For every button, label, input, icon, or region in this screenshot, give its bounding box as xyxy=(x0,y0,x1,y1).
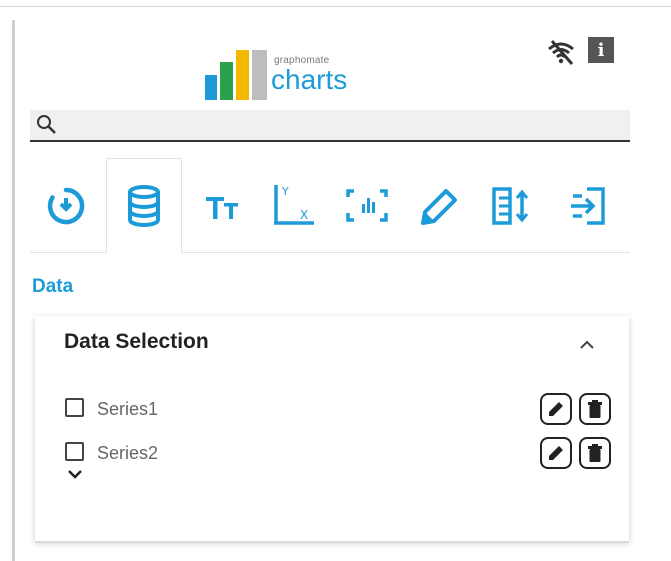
chevron-up-icon[interactable] xyxy=(576,334,598,356)
wifi-off-icon[interactable] xyxy=(546,37,576,67)
axes-icon: Y X xyxy=(274,184,314,225)
list-item: Series2 xyxy=(65,437,611,471)
series-checkbox[interactable] xyxy=(65,398,84,417)
top-divider xyxy=(0,6,671,7)
series-checkbox[interactable] xyxy=(65,442,84,461)
search-icon xyxy=(37,115,56,134)
properties-panel: graphomate charts i Y X Data Data Select… xyxy=(30,20,630,561)
data-selection-card: Data Selection Series1 Series2 xyxy=(35,316,629,541)
svg-text:X: X xyxy=(300,208,308,222)
section-title: Data xyxy=(32,276,74,297)
pencil-icon xyxy=(549,446,563,460)
series-label: Series1 xyxy=(97,399,159,419)
svg-text:Y: Y xyxy=(281,185,289,198)
info-icon: i xyxy=(597,39,605,61)
tab-import[interactable] xyxy=(548,158,628,253)
tab-sort[interactable] xyxy=(476,158,548,253)
sort-icon xyxy=(492,186,529,225)
search-bar xyxy=(30,110,630,142)
edit-series-button[interactable] xyxy=(540,393,572,425)
list-item: Series1 xyxy=(65,393,611,427)
tab-axes[interactable]: Y X xyxy=(258,158,330,253)
pencil-icon xyxy=(421,188,457,225)
chart-layout-icon xyxy=(346,188,388,222)
logo-big-text: charts xyxy=(271,64,348,95)
left-border xyxy=(12,20,15,561)
tab-timer[interactable] xyxy=(30,158,102,253)
pencil-icon xyxy=(549,402,563,416)
bottom-divider xyxy=(35,541,629,543)
graphomate-charts-logo: graphomate charts xyxy=(205,35,385,100)
trash-icon xyxy=(588,444,602,462)
tab-text[interactable] xyxy=(186,158,258,253)
tab-bar: Y X xyxy=(30,158,630,254)
database-icon xyxy=(128,185,160,227)
info-button[interactable]: i xyxy=(588,37,614,63)
search-input[interactable] xyxy=(60,111,630,139)
chevron-down-icon[interactable] xyxy=(65,466,85,482)
series-label: Series2 xyxy=(97,443,159,463)
edit-series-button[interactable] xyxy=(540,437,572,469)
text-size-icon xyxy=(206,196,238,219)
delete-series-button[interactable] xyxy=(579,437,611,469)
card-title: Data Selection xyxy=(64,330,209,353)
delete-series-button[interactable] xyxy=(579,393,611,425)
tab-pencil[interactable] xyxy=(404,158,476,253)
tab-data[interactable] xyxy=(106,158,182,254)
tab-chart-layout[interactable] xyxy=(330,158,404,253)
trash-icon xyxy=(588,400,602,418)
timer-icon xyxy=(47,187,85,224)
import-icon xyxy=(571,186,605,225)
